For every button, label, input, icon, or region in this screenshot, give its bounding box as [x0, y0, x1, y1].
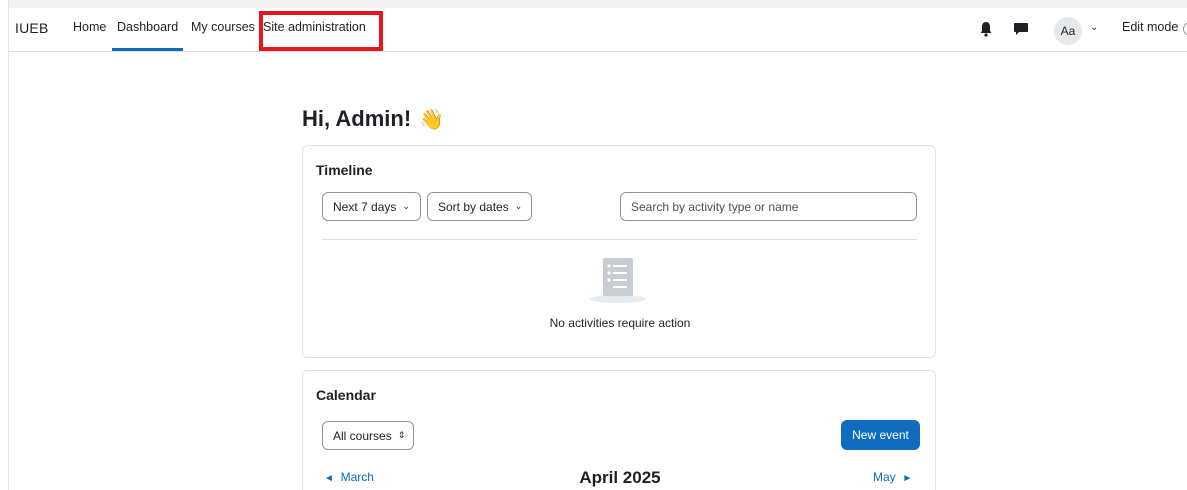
- timeline-block: Timeline Next 7 days ⌄ Sort by dates ⌄ S…: [302, 145, 936, 358]
- calendar-title: Calendar: [316, 387, 376, 403]
- timeline-sort-dropdown[interactable]: Sort by dates ⌄: [427, 192, 532, 221]
- empty-activities-icon: [588, 254, 648, 306]
- calendar-course-filter[interactable]: All courses ⇕: [322, 421, 414, 450]
- nav-dashboard[interactable]: Dashboard: [117, 20, 178, 34]
- chevron-down-icon[interactable]: ⌄: [1090, 22, 1098, 33]
- top-navbar: IUEB Home Dashboard My courses Site admi…: [9, 8, 1187, 52]
- bell-icon[interactable]: [979, 21, 993, 37]
- timeline-divider: [322, 239, 917, 240]
- timeline-empty-message: No activities require action: [549, 316, 691, 330]
- chevron-down-icon: ⌄: [514, 201, 523, 211]
- timeline-search-input[interactable]: Search by activity type or name: [620, 192, 917, 221]
- edit-mode-label[interactable]: Edit mode: [1122, 20, 1178, 34]
- sort-label: Sort by dates: [438, 199, 509, 214]
- arrow-right-icon: ►: [902, 473, 913, 484]
- chat-icon[interactable]: [1013, 22, 1029, 36]
- window-top-strip: [0, 0, 1187, 8]
- sort-updown-icon: ⇕: [397, 430, 406, 440]
- chevron-down-icon: ⌄: [402, 201, 410, 211]
- avatar[interactable]: Aa: [1054, 17, 1082, 45]
- timeline-day-filter[interactable]: Next 7 days ⌄: [322, 192, 421, 221]
- greeting-text: Hi, Admin!: [302, 106, 412, 131]
- edit-mode-toggle[interactable]: [1183, 22, 1187, 36]
- nav-home[interactable]: Home: [73, 20, 106, 34]
- next-month-label: May: [873, 470, 896, 484]
- left-gutter: [0, 0, 9, 490]
- wave-emoji: 👋: [419, 108, 445, 131]
- calendar-block: Calendar All courses ⇕ New event ◄ March…: [302, 370, 936, 490]
- course-filter-label: All courses: [333, 428, 392, 443]
- timeline-title: Timeline: [316, 162, 373, 178]
- highlight-annotation-box: [259, 11, 383, 51]
- page-greeting: Hi, Admin! 👋: [302, 106, 444, 132]
- nav-my-courses[interactable]: My courses: [191, 20, 255, 34]
- calendar-next-month[interactable]: May ►: [873, 470, 912, 484]
- new-event-button[interactable]: New event: [841, 420, 920, 450]
- active-tab-indicator: [112, 48, 183, 51]
- calendar-current-month: April 2025: [579, 468, 661, 487]
- day-filter-label: Next 7 days: [333, 199, 397, 214]
- site-brand[interactable]: IUEB: [15, 20, 48, 36]
